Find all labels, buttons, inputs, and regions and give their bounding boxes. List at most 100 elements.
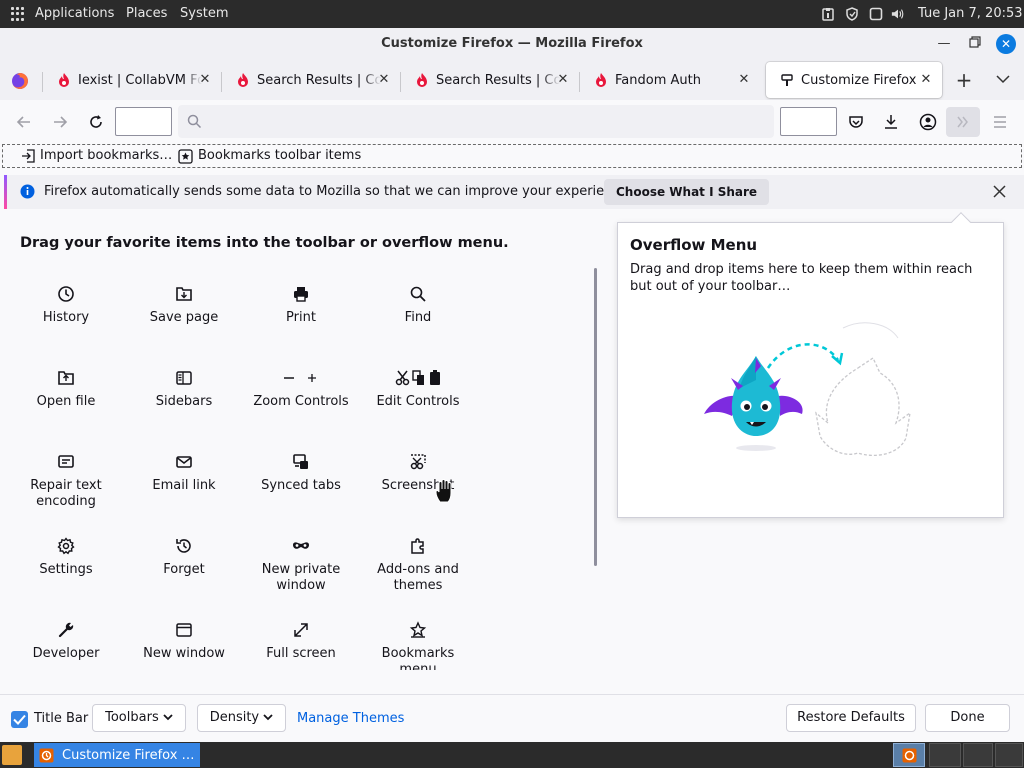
palette-item-edit-controls[interactable]: Edit Controls: [364, 366, 472, 446]
bookmarks-toolbar: Import bookmarks… Bookmarks toolbar item…: [2, 144, 1022, 168]
private-window-icon: [293, 542, 309, 549]
workspace-2[interactable]: [929, 743, 961, 767]
firefox-menu-icon[interactable]: [11, 72, 29, 90]
palette-item-label: Email link: [152, 478, 216, 493]
tab-collabvm-forum[interactable]: Iexist | CollabVM Forum ✕: [43, 62, 221, 98]
forward-arrow-icon[interactable]: [48, 110, 72, 134]
title-bar-checkbox[interactable]: [11, 711, 28, 728]
find-icon: [410, 286, 426, 302]
palette-scrollbar[interactable]: [594, 268, 597, 566]
palette-item-new-private-window[interactable]: New private window: [247, 534, 355, 614]
toolbars-dropdown[interactable]: Toolbars: [92, 704, 186, 732]
applications-menu[interactable]: Applications: [35, 0, 114, 28]
flexible-space-right[interactable]: [780, 107, 837, 136]
clock[interactable]: Tue Jan 7, 20:53: [918, 0, 1023, 28]
close-tab-icon[interactable]: ✕: [555, 72, 571, 88]
palette-item-developer[interactable]: Developer: [12, 618, 120, 670]
manage-themes-link[interactable]: Manage Themes: [297, 710, 404, 728]
clipboard-icon[interactable]: [821, 7, 835, 21]
bookmarks-toolbar-items[interactable]: Bookmarks toolbar items: [178, 145, 361, 167]
palette-item-print[interactable]: Print: [247, 282, 355, 362]
palette-item-addons-and-themes[interactable]: Add-ons and themes: [364, 534, 472, 614]
overflow-dino-illustration: [704, 322, 911, 456]
checkmark-icon: [13, 714, 26, 725]
workspace-3[interactable]: [963, 743, 993, 767]
back-arrow-icon[interactable]: [12, 110, 36, 134]
close-window-icon[interactable]: ✕: [996, 34, 1016, 54]
palette-item-label: Forget: [163, 562, 205, 577]
workspace-4[interactable]: [995, 743, 1023, 767]
bottom-taskbar: Customize Firefox …: [0, 742, 1024, 768]
density-label: Density: [209, 710, 260, 725]
close-tab-icon[interactable]: ✕: [918, 72, 934, 88]
screenshot-icon: [410, 454, 426, 470]
hamburger-menu-icon[interactable]: [988, 110, 1012, 134]
palette-item-bookmarks-menu[interactable]: Bookmarks menu: [364, 618, 472, 670]
title-bar-label[interactable]: Title Bar: [34, 710, 88, 728]
grab-cursor-icon: [435, 479, 452, 503]
close-tab-icon[interactable]: ✕: [197, 72, 213, 88]
restore-defaults-button[interactable]: Restore Defaults: [786, 704, 916, 732]
close-tab-icon[interactable]: ✕: [736, 72, 752, 88]
show-desktop-icon[interactable]: [2, 745, 22, 765]
customize-footer: Title Bar Toolbars Density Manage Themes…: [0, 694, 1024, 742]
done-button[interactable]: Done: [925, 704, 1010, 732]
system-menu[interactable]: System: [180, 0, 228, 28]
overflow-chevron-button[interactable]: [946, 107, 980, 137]
palette-item-open-file[interactable]: Open file: [12, 366, 120, 446]
new-tab-plus-icon[interactable]: +: [954, 70, 974, 90]
palette-item-new-window[interactable]: New window: [130, 618, 238, 670]
palette-item-full-screen[interactable]: Full screen: [247, 618, 355, 670]
palette-item-label: Synced tabs: [261, 478, 341, 493]
palette-item-zoom-controls[interactable]: Zoom Controls: [247, 366, 355, 446]
pocket-icon[interactable]: [844, 110, 868, 134]
reload-icon[interactable]: [84, 110, 108, 134]
chevron-down-icon[interactable]: [996, 74, 1010, 84]
bookmark-star-icon: [178, 148, 193, 164]
taskbar-window-button[interactable]: Customize Firefox …: [34, 743, 200, 767]
palette-item-label: Print: [286, 310, 316, 325]
import-bookmarks-button[interactable]: Import bookmarks…: [21, 145, 172, 167]
palette-item-settings[interactable]: Settings: [12, 534, 120, 614]
volume-icon[interactable]: [891, 7, 905, 21]
close-icon[interactable]: [992, 184, 1007, 199]
url-bar[interactable]: [178, 105, 774, 138]
places-menu[interactable]: Places: [126, 0, 167, 28]
close-tab-icon[interactable]: ✕: [376, 72, 392, 88]
palette-item-repair-text-encoding[interactable]: Repair text encoding: [12, 450, 120, 530]
density-dropdown[interactable]: Density: [197, 704, 286, 732]
palette-item-history[interactable]: History: [12, 282, 120, 362]
workspace-switcher-active[interactable]: [893, 743, 925, 767]
download-icon[interactable]: [879, 110, 903, 134]
choose-what-i-share-button[interactable]: Choose What I Share: [604, 179, 770, 205]
palette-item-save-page[interactable]: Save page: [130, 282, 238, 362]
palette-item-label: Zoom Controls: [253, 394, 349, 409]
shield-icon[interactable]: [845, 7, 859, 21]
forget-icon: [176, 539, 191, 553]
window-icon[interactable]: [869, 7, 883, 21]
overflow-menu-panel[interactable]: Overflow Menu Drag and drop items here t…: [617, 212, 1004, 518]
palette-item-find[interactable]: Find: [364, 282, 472, 362]
tab-label: Customize Firefox: [801, 72, 917, 88]
tab-search-results-1[interactable]: Search Results | CollabVM ✕: [222, 62, 400, 98]
palette-item-forget[interactable]: Forget: [130, 534, 238, 614]
firefox-window-icon: [39, 748, 54, 762]
toolbars-label: Toolbars: [105, 710, 159, 725]
restore-icon[interactable]: [967, 36, 983, 52]
palette-item-email-link[interactable]: Email link: [130, 450, 238, 530]
bookmarks-menu-icon: [409, 621, 427, 638]
chevron-down-icon: [263, 714, 273, 721]
palette-item-label: Sidebars: [155, 394, 213, 409]
app-grid-icon[interactable]: [11, 7, 25, 21]
palette-item-sidebars[interactable]: Sidebars: [130, 366, 238, 446]
tab-search-results-2[interactable]: Search Results | CollabVM ✕: [401, 62, 579, 98]
tab-fandom-auth[interactable]: Fandom Auth ✕: [580, 62, 760, 98]
palette-item-synced-tabs[interactable]: Synced tabs: [247, 450, 355, 530]
addons-icon: [411, 538, 424, 554]
account-icon[interactable]: [916, 110, 940, 134]
window-title: Customize Firefox — Mozilla Firefox: [381, 36, 643, 51]
top-panel: Applications Places System Tue Jan 7, 20…: [0, 0, 1024, 28]
minimize-icon[interactable]: —: [936, 36, 952, 52]
flexible-space-left[interactable]: [115, 107, 172, 136]
tab-customize-firefox[interactable]: Customize Firefox ✕: [766, 62, 942, 98]
